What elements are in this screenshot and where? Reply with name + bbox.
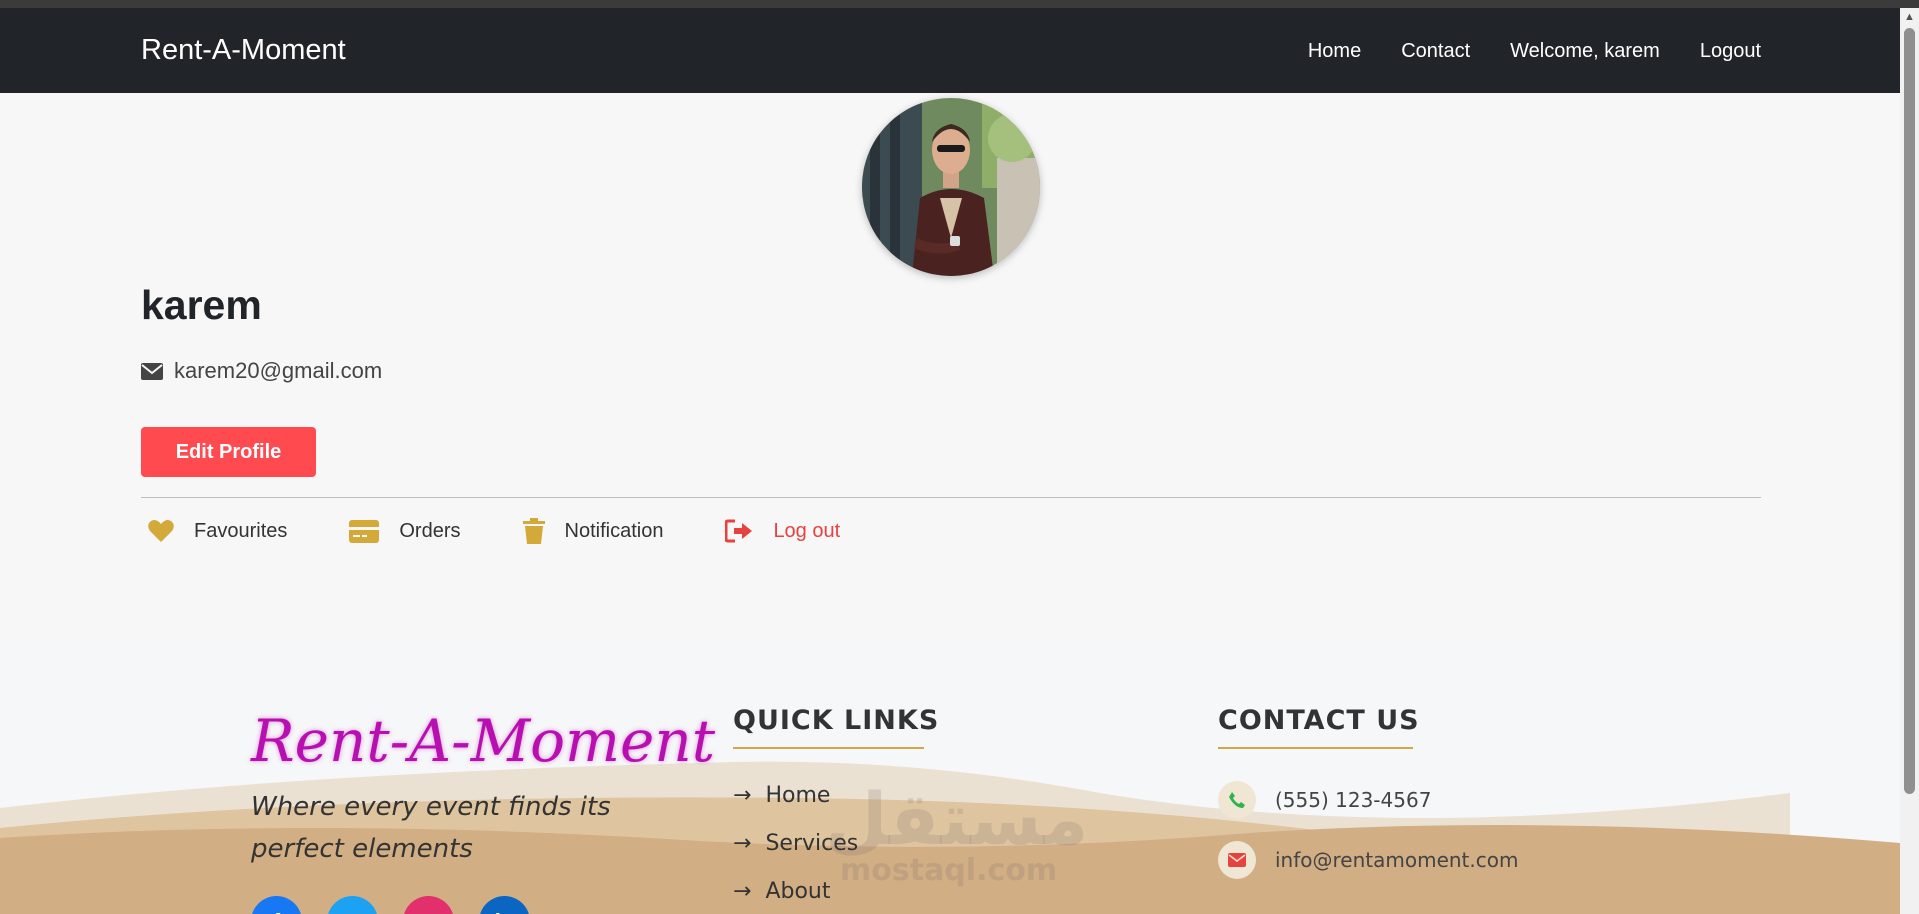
menu-item-notification[interactable]: Notification [522,518,664,544]
scroll-thumb[interactable] [1904,28,1915,794]
trash-icon [522,518,545,544]
profile-email-row: karem20@gmail.com [141,358,382,384]
top-navbar: Rent-A-Moment Home Contact Welcome, kare… [0,8,1900,93]
nav-links: Home Contact Welcome, karem Logout [1308,40,1761,63]
contact-heading: CONTACT US [1218,705,1420,736]
credit-card-icon [349,519,380,543]
profile-avatar [862,98,1040,276]
twitter-icon[interactable]: t [327,896,378,914]
menu-item-favourites[interactable]: Favourites [148,519,287,543]
menu-item-label: Orders [399,519,461,542]
menu-item-logout[interactable]: Log out [725,519,840,543]
navbar-brand[interactable]: Rent-A-Moment [141,34,346,67]
page-scrollbar[interactable]: ▲ [1900,8,1919,914]
menu-item-label: Log out [773,519,841,542]
arrow-right-icon: → [733,831,752,856]
nav-link-home[interactable]: Home [1308,40,1361,63]
contact-underline [1218,747,1413,749]
profile-name: karem [141,282,262,328]
menu-item-label: Favourites [194,519,288,542]
contact-phone-text: (555) 123-4567 [1275,788,1432,812]
facebook-icon[interactable]: f [251,896,302,914]
profile-menu: Favourites Orders Notification Log out [148,518,902,544]
footer-link-home[interactable]: → Home [733,783,830,808]
avatar-photo [862,98,1040,276]
nav-link-logout[interactable]: Logout [1700,40,1761,63]
footer-link-label: Services [765,831,859,856]
footer-link-label: Home [765,783,831,808]
edit-profile-button[interactable]: Edit Profile [141,427,316,477]
sign-out-icon [725,519,753,543]
quick-links-underline [733,747,924,749]
menu-item-orders[interactable]: Orders [349,519,461,543]
footer: مستقل mostaql.com Rent-A-Moment Where ev… [0,643,1900,914]
envelope-icon [1218,841,1256,879]
phone-icon [1218,781,1256,819]
scroll-up-arrow-icon[interactable]: ▲ [1900,8,1919,26]
watermark: مستقل [825,777,1089,861]
footer-tagline: Where every event finds its perfect elem… [251,792,611,864]
profile-divider [141,497,1761,498]
envelope-icon [141,362,163,380]
contact-phone: (555) 123-4567 [1218,781,1431,819]
contact-email-text: info@rentamoment.com [1275,848,1519,872]
footer-link-label: About [765,879,831,904]
quick-links-heading: QUICK LINKS [733,705,940,736]
footer-brand: Rent-A-Moment [251,707,716,775]
linkedin-icon[interactable]: in [479,896,530,914]
heart-icon [148,520,174,542]
footer-link-services[interactable]: → Services [733,831,858,856]
instagram-icon[interactable]: ◎ [403,896,454,914]
arrow-right-icon: → [733,879,752,904]
social-links: f t ◎ in [251,896,530,914]
profile-email: karem20@gmail.com [174,358,383,383]
watermark-url: mostaql.com [840,853,1058,888]
nav-link-contact[interactable]: Contact [1401,40,1470,63]
contact-email: info@rentamoment.com [1218,841,1518,879]
footer-link-about[interactable]: → About [733,879,830,904]
arrow-right-icon: → [733,783,752,808]
nav-welcome-user[interactable]: Welcome, karem [1510,40,1660,63]
menu-item-label: Notification [564,519,664,542]
window-top-strip [0,0,1919,8]
